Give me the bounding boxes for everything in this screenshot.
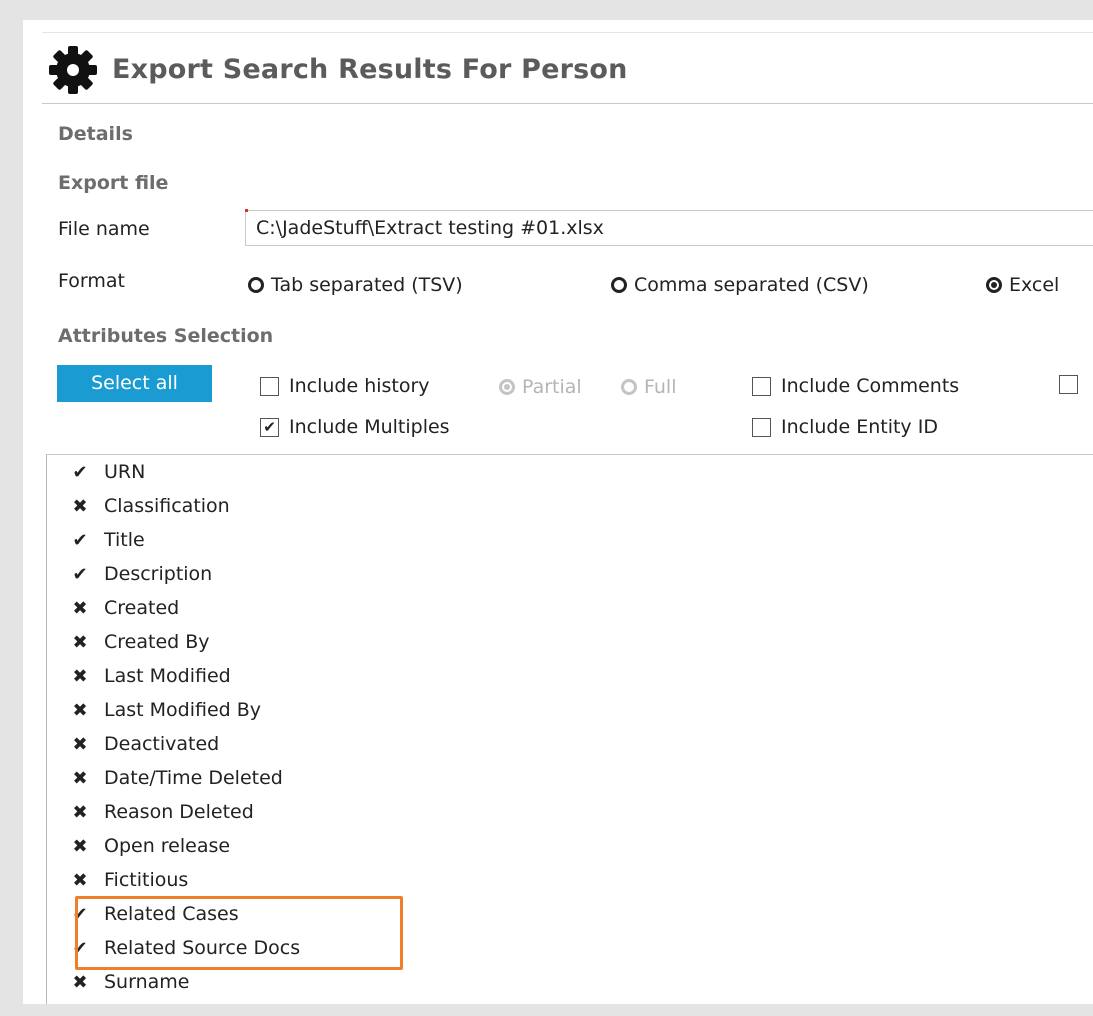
cross-icon: ✖ xyxy=(72,733,88,755)
list-item-label: Created By xyxy=(104,631,210,653)
history-full-label: Full xyxy=(644,376,677,398)
list-item[interactable]: ✖ Open release xyxy=(70,835,230,857)
export-dialog: Export Search Results For Person Details… xyxy=(23,20,1093,1004)
include-multiples-label: Include Multiples xyxy=(289,416,450,438)
list-item-label: Last Modified xyxy=(104,665,231,687)
list-item-label: Date/Time Deleted xyxy=(104,767,283,789)
list-item[interactable]: ✖ Created By xyxy=(70,631,210,653)
history-partial-label: Partial xyxy=(522,376,582,398)
list-item[interactable]: ✔ Related Cases xyxy=(70,903,239,925)
list-item[interactable]: ✖ Classification xyxy=(70,495,230,517)
list-item[interactable]: ✖ Date/Time Deleted xyxy=(70,767,283,789)
format-label: Format xyxy=(58,270,125,292)
cross-icon: ✖ xyxy=(72,971,88,993)
cross-icon: ✖ xyxy=(72,869,88,891)
format-tsv-radio[interactable]: Tab separated (TSV) xyxy=(248,274,463,296)
list-item-label: Fictitious xyxy=(104,869,189,891)
list-item-label: Surname xyxy=(104,971,190,993)
select-all-button[interactable]: Select all xyxy=(57,365,212,402)
list-item-label: Last Modified By xyxy=(104,699,262,721)
checkbox-icon xyxy=(752,376,771,396)
list-item[interactable]: ✖ Reason Deleted xyxy=(70,801,254,823)
required-marker xyxy=(245,209,248,212)
radio-icon xyxy=(621,379,637,395)
list-item[interactable]: ✔ URN xyxy=(70,461,145,483)
check-icon: ✔ xyxy=(72,937,88,959)
include-history-checkbox[interactable]: Include history xyxy=(260,375,430,397)
format-csv-label: Comma separated (CSV) xyxy=(634,274,869,296)
list-item[interactable]: ✔ Description xyxy=(70,563,212,585)
list-item[interactable]: ✖ Last Modified xyxy=(70,665,231,687)
history-partial-radio[interactable]: Partial xyxy=(499,376,582,398)
list-item[interactable]: ✖ Fictitious xyxy=(70,869,188,891)
cross-icon: ✖ xyxy=(72,631,88,653)
checkbox-icon xyxy=(1059,375,1078,394)
radio-icon xyxy=(611,277,627,293)
format-excel-radio[interactable]: Excel xyxy=(986,274,1059,296)
check-icon: ✔ xyxy=(72,529,88,551)
checkbox-icon xyxy=(260,376,279,396)
format-excel-label: Excel xyxy=(1009,274,1060,296)
checkbox-icon xyxy=(752,417,771,437)
cross-icon: ✖ xyxy=(72,495,88,517)
radio-checked-icon xyxy=(986,277,1002,293)
list-item[interactable]: ✖ Deactivated xyxy=(70,733,219,755)
history-full-radio[interactable]: Full xyxy=(621,376,677,398)
include-history-label: Include history xyxy=(289,375,430,397)
list-item-label: Deactivated xyxy=(104,733,220,755)
list-item-label: Open release xyxy=(104,835,231,857)
check-icon: ✔ xyxy=(72,461,88,483)
list-item[interactable]: ✔ Title xyxy=(70,529,145,551)
section-export-file: Export file xyxy=(58,172,169,194)
format-tsv-label: Tab separated (TSV) xyxy=(271,274,463,296)
check-icon: ✔ xyxy=(72,903,88,925)
radio-icon xyxy=(248,277,264,293)
section-attributes-selection: Attributes Selection xyxy=(58,325,274,347)
include-comments-checkbox[interactable]: Include Comments xyxy=(752,375,959,397)
list-item-label: Classification xyxy=(104,495,230,517)
list-item[interactable]: ✔ Related Source Docs xyxy=(70,937,300,959)
cross-icon: ✖ xyxy=(72,767,88,789)
list-item-label: Reason Deleted xyxy=(104,801,254,823)
cross-icon: ✖ xyxy=(72,835,88,857)
radio-checked-icon xyxy=(499,379,515,395)
cross-icon: ✖ xyxy=(72,801,88,823)
list-item-label: Created xyxy=(104,597,180,619)
include-entity-id-checkbox[interactable]: Include Entity ID xyxy=(752,416,938,438)
format-csv-radio[interactable]: Comma separated (CSV) xyxy=(611,274,869,296)
extra-option-checkbox[interactable] xyxy=(1059,375,1088,394)
list-item-label: URN xyxy=(104,461,146,483)
cross-icon: ✖ xyxy=(72,597,88,619)
dialog-header: Export Search Results For Person xyxy=(42,32,1093,104)
include-entity-id-label: Include Entity ID xyxy=(781,416,938,438)
include-comments-label: Include Comments xyxy=(781,375,960,397)
list-item[interactable]: ✖ Last Modified By xyxy=(70,699,261,721)
list-item-label: Related Source Docs xyxy=(104,937,301,959)
gear-icon xyxy=(49,46,97,94)
page-title: Export Search Results For Person xyxy=(112,54,628,85)
cross-icon: ✖ xyxy=(72,665,88,687)
list-item-label: Title xyxy=(104,529,145,551)
section-details: Details xyxy=(58,123,133,145)
list-item-label: Related Cases xyxy=(104,903,239,925)
check-icon: ✔ xyxy=(72,563,88,585)
file-name-input[interactable] xyxy=(245,210,1093,246)
cross-icon: ✖ xyxy=(72,699,88,721)
file-name-label: File name xyxy=(58,218,150,240)
list-item[interactable]: ✖ Created xyxy=(70,597,179,619)
include-multiples-checkbox[interactable]: ✔ Include Multiples xyxy=(260,416,450,438)
checkbox-checked-icon: ✔ xyxy=(260,417,279,437)
list-item[interactable]: ✖ Surname xyxy=(70,971,189,993)
list-item-label: Description xyxy=(104,563,213,585)
